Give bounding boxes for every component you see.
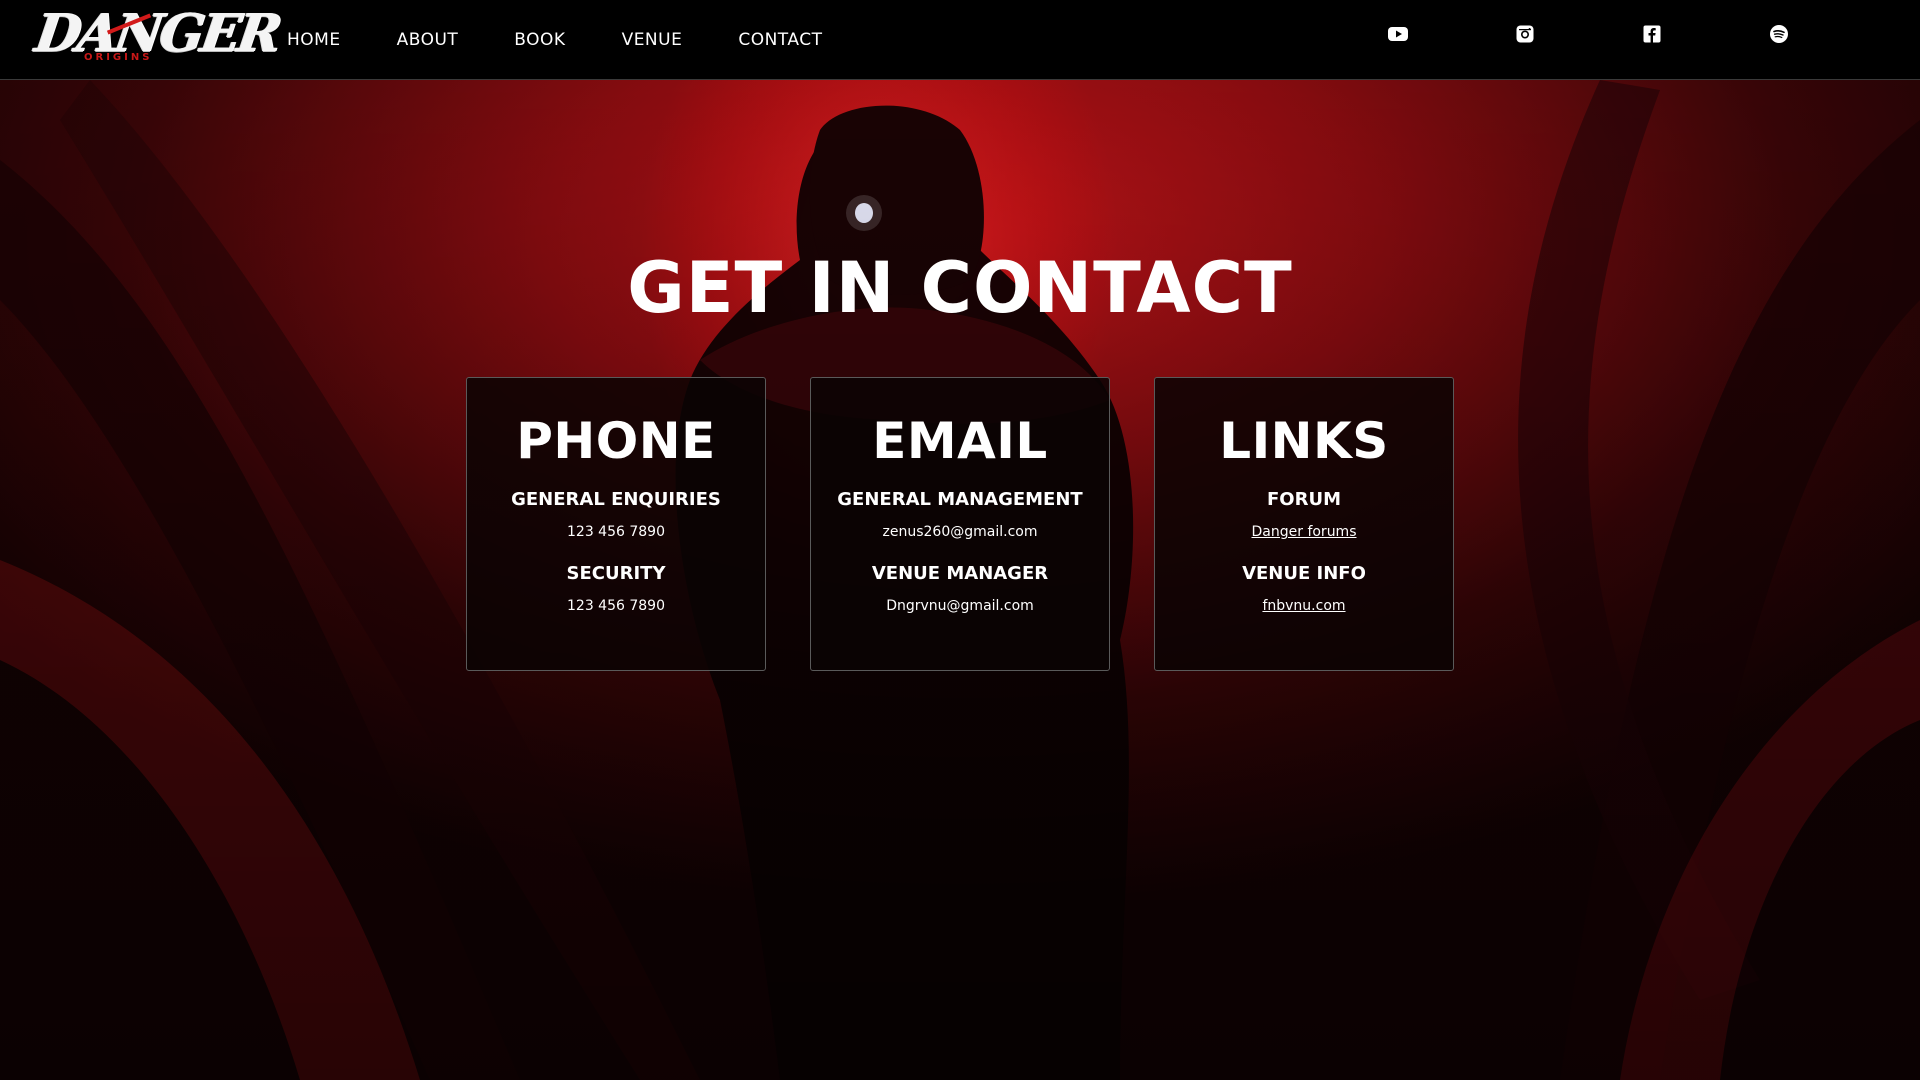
youtube-icon[interactable] [1388, 24, 1408, 44]
phone-card-title: PHONE [516, 412, 716, 470]
logo-subtext: ORIGINS [84, 52, 153, 63]
links-card-title: LINKS [1219, 412, 1389, 470]
email-card-title: EMAIL [872, 412, 1048, 470]
top-navbar: DANGER ORIGINS HOME ABOUT BOOK VENUE CON… [0, 0, 1920, 80]
email-entry-value: Dngrvnu@gmail.com [886, 598, 1034, 614]
links-entry-label: FORUM [1267, 489, 1341, 510]
page-title: GET IN CONTACT [627, 247, 1293, 329]
nav-about[interactable]: ABOUT [397, 30, 459, 50]
email-card: EMAIL GENERAL MANAGEMENT zenus260@gmail.… [810, 377, 1110, 671]
facebook-icon[interactable] [1642, 24, 1662, 44]
nav-home[interactable]: HOME [287, 30, 341, 50]
phone-entry-label: GENERAL ENQUIRIES [511, 489, 721, 510]
email-entry-label: GENERAL MANAGEMENT [837, 489, 1083, 510]
email-entry-value: zenus260@gmail.com [882, 524, 1038, 540]
forum-link[interactable]: Danger forums [1155, 522, 1453, 542]
phone-entry-label: SECURITY [566, 563, 666, 584]
instagram-icon[interactable] [1515, 24, 1535, 44]
main-nav: HOME ABOUT BOOK VENUE CONTACT [264, 0, 855, 80]
email-entry-label: VENUE MANAGER [871, 563, 1049, 584]
danger-logo[interactable]: DANGER ORIGINS [32, 0, 283, 72]
links-card: LINKS FORUM Danger forums VENUE INFO fnb… [1154, 377, 1454, 671]
venue-info-link[interactable]: fnbvnu.com [1155, 596, 1453, 616]
nav-contact[interactable]: CONTACT [738, 30, 822, 50]
nav-venue[interactable]: VENUE [622, 30, 683, 50]
links-entry-label: VENUE INFO [1242, 563, 1366, 584]
phone-entry-value: 123 456 7890 [567, 524, 665, 540]
phone-entry-value: 123 456 7890 [567, 598, 665, 614]
logo-wordmark: DANGER [31, 3, 283, 64]
phone-card: PHONE GENERAL ENQUIRIES 123 456 7890 SEC… [466, 377, 766, 671]
spotify-icon[interactable] [1769, 24, 1789, 44]
nav-book[interactable]: BOOK [514, 30, 565, 50]
